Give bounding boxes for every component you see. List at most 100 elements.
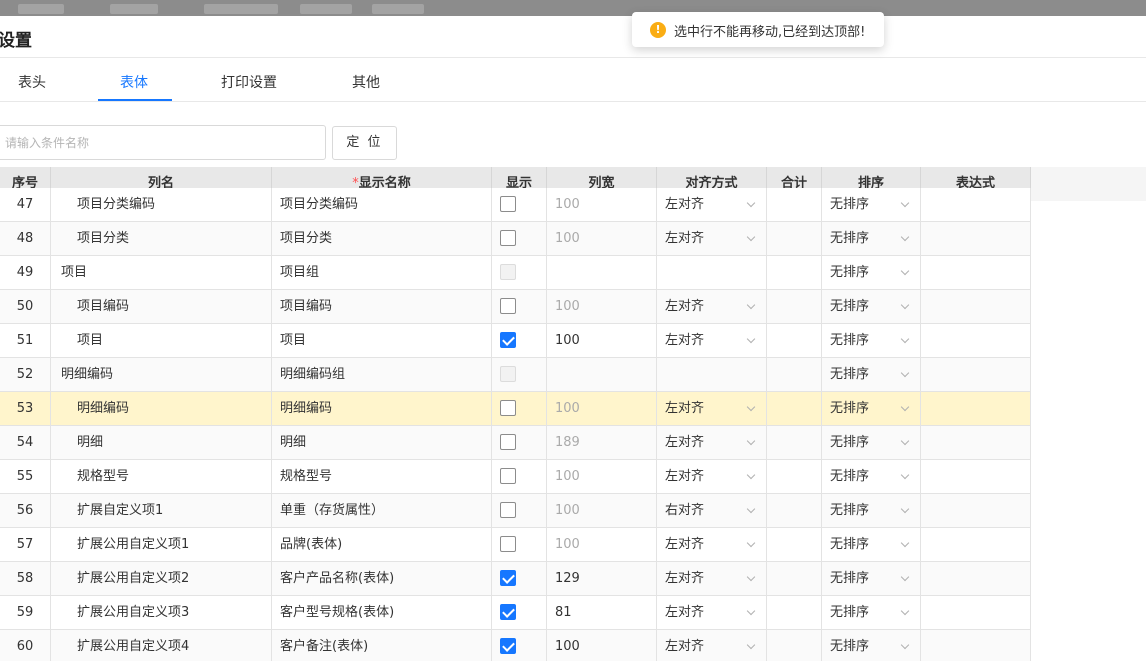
sort-select[interactable]: 无排序 [822,324,921,357]
sort-select[interactable]: 无排序 [822,358,921,391]
align-select[interactable]: 右对齐 [657,494,767,527]
table-row[interactable]: 60 扩展公用自定义项4 客户备注(表体) 100 左对齐 无排序 [0,630,1031,661]
condition-search-input[interactable] [0,126,325,159]
sort-select[interactable]: 无排序 [822,392,921,425]
expression-cell[interactable] [921,630,1031,661]
align-select[interactable]: 左对齐 [657,630,767,661]
display-name-cell[interactable]: 规格型号 [272,460,492,493]
width-cell[interactable] [547,256,657,289]
tab-header[interactable]: 表头 [18,72,46,92]
expression-cell[interactable] [921,290,1031,323]
width-cell[interactable]: 100 [547,630,657,661]
show-checkbox[interactable] [500,536,516,552]
table-row[interactable]: 51 项目 项目 100 左对齐 无排序 [0,324,1031,358]
align-select[interactable]: 左对齐 [657,426,767,459]
table-row[interactable]: 57 扩展公用自定义项1 品牌(表体) 100 左对齐 无排序 [0,528,1031,562]
sort-select[interactable]: 无排序 [822,256,921,289]
sort-select[interactable]: 无排序 [822,562,921,595]
show-checkbox[interactable] [500,604,516,620]
align-select[interactable]: 左对齐 [657,392,767,425]
show-checkbox[interactable] [500,434,516,450]
width-cell[interactable]: 129 [547,562,657,595]
display-name-cell[interactable]: 客户产品名称(表体) [272,562,492,595]
width-cell[interactable]: 100 [547,460,657,493]
display-name-cell[interactable]: 项目分类 [272,222,492,255]
sort-select[interactable]: 无排序 [822,460,921,493]
align-select[interactable]: 左对齐 [657,324,767,357]
width-cell[interactable] [547,358,657,391]
expression-cell[interactable] [921,426,1031,459]
expression-cell[interactable] [921,528,1031,561]
align-select[interactable]: 左对齐 [657,222,767,255]
sort-select[interactable]: 无排序 [822,494,921,527]
align-select[interactable]: 左对齐 [657,562,767,595]
table-row[interactable]: 59 扩展公用自定义项3 客户型号规格(表体) 81 左对齐 无排序 [0,596,1031,630]
width-cell[interactable]: 189 [547,426,657,459]
tab-other[interactable]: 其他 [352,72,380,92]
table-row[interactable]: 48 项目分类 项目分类 100 左对齐 无排序 [0,222,1031,256]
width-cell[interactable]: 100 [547,324,657,357]
sort-select[interactable]: 无排序 [822,290,921,323]
expression-cell[interactable] [921,222,1031,255]
table-row[interactable]: 49 项目 项目组 无排序 [0,256,1031,290]
table-row[interactable]: 56 扩展自定义项1 单重（存货属性） 100 右对齐 无排序 [0,494,1031,528]
display-name-cell[interactable]: 明细 [272,426,492,459]
display-name-cell[interactable]: 品牌(表体) [272,528,492,561]
sort-select[interactable]: 无排序 [822,528,921,561]
table-row[interactable]: 54 明细 明细 189 左对齐 无排序 [0,426,1031,460]
show-checkbox[interactable] [500,570,516,586]
width-cell[interactable]: 100 [547,528,657,561]
sort-select[interactable]: 无排序 [822,222,921,255]
table-row[interactable]: 52 明细编码 明细编码组 无排序 [0,358,1031,392]
display-name-cell[interactable]: 项目组 [272,256,492,289]
tab-body[interactable]: 表体 [120,72,148,92]
show-checkbox[interactable] [500,298,516,314]
expression-cell[interactable] [921,324,1031,357]
width-cell[interactable]: 100 [547,188,657,221]
expression-cell[interactable] [921,392,1031,425]
width-cell[interactable]: 100 [547,222,657,255]
tab-print-settings[interactable]: 打印设置 [221,72,277,92]
display-name-cell[interactable]: 项目分类编码 [272,188,492,221]
sort-select[interactable]: 无排序 [822,188,921,221]
align-select[interactable]: 左对齐 [657,188,767,221]
align-select[interactable]: 左对齐 [657,528,767,561]
align-select[interactable]: 左对齐 [657,596,767,629]
sort-select[interactable]: 无排序 [822,630,921,661]
table-row[interactable]: 47 项目分类编码 项目分类编码 100 左对齐 无排序 [0,188,1031,222]
display-name-cell[interactable]: 单重（存货属性） [272,494,492,527]
show-checkbox[interactable] [500,468,516,484]
table-row[interactable]: 50 项目编码 项目编码 100 左对齐 无排序 [0,290,1031,324]
expression-cell[interactable] [921,494,1031,527]
table-row[interactable]: 58 扩展公用自定义项2 客户产品名称(表体) 129 左对齐 无排序 [0,562,1031,596]
display-name-cell[interactable]: 项目 [272,324,492,357]
expression-cell[interactable] [921,358,1031,391]
width-cell[interactable]: 100 [547,392,657,425]
expression-cell[interactable] [921,596,1031,629]
align-select[interactable]: 左对齐 [657,460,767,493]
width-cell[interactable]: 100 [547,290,657,323]
width-cell[interactable]: 81 [547,596,657,629]
show-checkbox[interactable] [500,638,516,654]
align-select[interactable]: 左对齐 [657,290,767,323]
show-checkbox[interactable] [500,230,516,246]
expression-cell[interactable] [921,256,1031,289]
display-name-cell[interactable]: 明细编码组 [272,358,492,391]
sort-select[interactable]: 无排序 [822,426,921,459]
expression-cell[interactable] [921,460,1031,493]
table-row[interactable]: 53 明细编码 明细编码 100 左对齐 无排序 [0,392,1031,426]
show-checkbox[interactable] [500,502,516,518]
show-checkbox[interactable] [500,332,516,348]
table-row[interactable]: 55 规格型号 规格型号 100 左对齐 无排序 [0,460,1031,494]
display-name-cell[interactable]: 客户备注(表体) [272,630,492,661]
show-checkbox[interactable] [500,196,516,212]
locate-button[interactable]: 定 位 [332,126,397,160]
expression-cell[interactable] [921,188,1031,221]
display-name-cell[interactable]: 客户型号规格(表体) [272,596,492,629]
show-checkbox[interactable] [500,400,516,416]
display-name-cell[interactable]: 项目编码 [272,290,492,323]
width-cell[interactable]: 100 [547,494,657,527]
expression-cell[interactable] [921,562,1031,595]
display-name-cell[interactable]: 明细编码 [272,392,492,425]
sort-select[interactable]: 无排序 [822,596,921,629]
